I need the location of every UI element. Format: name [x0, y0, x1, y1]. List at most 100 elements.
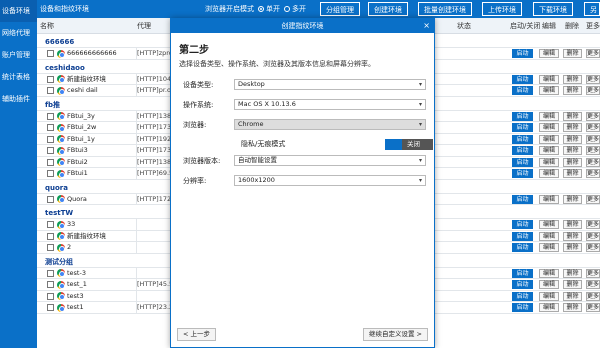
upload-env-button[interactable]: 上传环境: [482, 2, 522, 16]
start-button[interactable]: 启动: [512, 169, 533, 178]
resolution-select[interactable]: 1600x1200 ▾: [234, 175, 426, 186]
start-button[interactable]: 启动: [512, 243, 533, 252]
start-button[interactable]: 启动: [512, 111, 533, 121]
more-button[interactable]: 更多: [586, 49, 600, 58]
download-env-button[interactable]: 下载环境: [533, 2, 573, 16]
start-button[interactable]: 启动: [512, 157, 533, 167]
close-icon[interactable]: ×: [423, 19, 430, 33]
edit-button[interactable]: 编辑: [539, 86, 559, 95]
edit-button[interactable]: 编辑: [539, 134, 559, 144]
row-checkbox[interactable]: [47, 244, 54, 251]
browser-version-select[interactable]: 自动智能设置 ▾: [234, 155, 426, 166]
more-button[interactable]: 更多: [586, 134, 600, 144]
delete-button[interactable]: 删除: [563, 231, 582, 241]
delete-button[interactable]: 删除: [563, 49, 582, 58]
row-checkbox[interactable]: [47, 75, 54, 83]
row-checkbox[interactable]: [47, 124, 54, 131]
more-button[interactable]: 更多: [586, 280, 600, 289]
row-checkbox[interactable]: [47, 158, 54, 166]
start-button[interactable]: 启动: [512, 268, 533, 278]
delete-button[interactable]: 删除: [563, 169, 582, 178]
row-checkbox[interactable]: [47, 87, 54, 94]
edit-button[interactable]: 编辑: [539, 194, 559, 204]
sidebar-item-accounts[interactable]: 账户管理: [0, 44, 37, 66]
more-button[interactable]: 更多: [586, 220, 600, 229]
os-select[interactable]: Mac OS X 10.13.6 ▾: [234, 99, 426, 110]
start-button[interactable]: 启动: [512, 280, 533, 289]
delete-button[interactable]: 删除: [563, 303, 582, 312]
extra-button[interactable]: 另: [584, 2, 600, 16]
delete-button[interactable]: 删除: [563, 157, 582, 167]
sidebar-item-plugins[interactable]: 辅助插件: [0, 88, 37, 110]
delete-button[interactable]: 删除: [563, 268, 582, 278]
sidebar-item-devices[interactable]: 设备环境: [0, 0, 37, 22]
delete-button[interactable]: 删除: [563, 146, 582, 155]
prev-step-button[interactable]: < 上一步: [177, 328, 217, 341]
group-manage-button[interactable]: 分组管理: [320, 2, 360, 16]
row-checkbox[interactable]: [47, 195, 54, 203]
more-button[interactable]: 更多: [586, 303, 600, 312]
more-button[interactable]: 更多: [586, 146, 600, 155]
more-button[interactable]: 更多: [586, 74, 600, 84]
sidebar-item-proxy[interactable]: 网络代理: [0, 22, 37, 44]
delete-button[interactable]: 删除: [563, 243, 582, 252]
row-checkbox[interactable]: [47, 221, 54, 228]
start-button[interactable]: 启动: [512, 231, 533, 241]
start-button[interactable]: 启动: [512, 86, 533, 95]
start-button[interactable]: 启动: [512, 74, 533, 84]
delete-button[interactable]: 删除: [563, 111, 582, 121]
row-checkbox[interactable]: [47, 304, 54, 311]
row-checkbox[interactable]: [47, 50, 54, 57]
start-button[interactable]: 启动: [512, 303, 533, 312]
delete-button[interactable]: 删除: [563, 194, 582, 204]
batch-create-button[interactable]: 批量创建环境: [418, 2, 472, 16]
row-checkbox[interactable]: [47, 281, 54, 288]
edit-button[interactable]: 编辑: [539, 74, 559, 84]
more-button[interactable]: 更多: [586, 243, 600, 252]
row-checkbox[interactable]: [47, 292, 54, 300]
edit-button[interactable]: 编辑: [539, 280, 559, 289]
row-checkbox[interactable]: [47, 170, 54, 177]
start-button[interactable]: 启动: [512, 123, 533, 132]
edit-button[interactable]: 编辑: [539, 220, 559, 229]
mode-multi-option[interactable]: 多开: [284, 0, 306, 18]
delete-button[interactable]: 删除: [563, 291, 582, 301]
start-button[interactable]: 启动: [512, 134, 533, 144]
device-type-select[interactable]: Desktop ▾: [234, 79, 426, 90]
next-step-button[interactable]: 继续自定义设置 >: [362, 328, 428, 341]
edit-button[interactable]: 编辑: [539, 157, 559, 167]
delete-button[interactable]: 删除: [563, 123, 582, 132]
edit-button[interactable]: 编辑: [539, 49, 559, 58]
more-button[interactable]: 更多: [586, 111, 600, 121]
row-checkbox[interactable]: [47, 135, 54, 143]
delete-button[interactable]: 删除: [563, 74, 582, 84]
sidebar-item-stats[interactable]: 统计表格: [0, 66, 37, 88]
browser-select[interactable]: Chrome ▾: [234, 119, 426, 130]
privacy-toggle[interactable]: 关闭: [385, 139, 433, 150]
row-checkbox[interactable]: [47, 269, 54, 277]
edit-button[interactable]: 编辑: [539, 146, 559, 155]
radio-icon[interactable]: [284, 6, 290, 12]
edit-button[interactable]: 编辑: [539, 268, 559, 278]
row-checkbox[interactable]: [47, 232, 54, 240]
more-button[interactable]: 更多: [586, 268, 600, 278]
create-env-button[interactable]: 创建环境: [368, 2, 408, 16]
more-button[interactable]: 更多: [586, 291, 600, 301]
mode-single-option[interactable]: 单开: [258, 0, 280, 18]
more-button[interactable]: 更多: [586, 86, 600, 95]
start-button[interactable]: 启动: [512, 49, 533, 58]
more-button[interactable]: 更多: [586, 231, 600, 241]
more-button[interactable]: 更多: [586, 194, 600, 204]
edit-button[interactable]: 编辑: [539, 303, 559, 312]
delete-button[interactable]: 删除: [563, 86, 582, 95]
more-button[interactable]: 更多: [586, 157, 600, 167]
start-button[interactable]: 启动: [512, 146, 533, 155]
delete-button[interactable]: 删除: [563, 134, 582, 144]
row-checkbox[interactable]: [47, 112, 54, 120]
edit-button[interactable]: 编辑: [539, 291, 559, 301]
edit-button[interactable]: 编辑: [539, 231, 559, 241]
start-button[interactable]: 启动: [512, 291, 533, 301]
start-button[interactable]: 启动: [512, 194, 533, 204]
delete-button[interactable]: 删除: [563, 280, 582, 289]
row-checkbox[interactable]: [47, 147, 54, 154]
